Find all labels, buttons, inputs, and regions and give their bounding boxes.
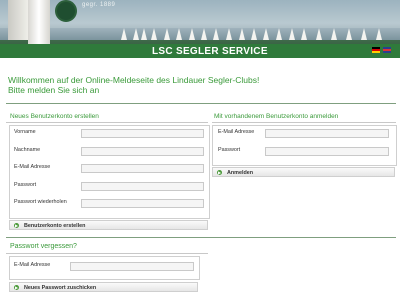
welcome-line-2: Bitte melden Sie sich an xyxy=(8,85,100,95)
forgot-title: Passwort vergessen? xyxy=(10,243,77,250)
new-account-title: Neues Benutzerkonto erstellen xyxy=(10,113,99,120)
brand-title: LSC SEGLER SERVICE xyxy=(152,46,268,57)
login-email-label: E-Mail Adresse xyxy=(218,129,255,135)
password-repeat-input[interactable] xyxy=(81,199,204,208)
login-divider xyxy=(212,122,396,123)
send-new-password-label: Neues Passwort zuschicken xyxy=(24,284,97,291)
forgot-divider xyxy=(6,253,208,254)
lighthouse-image xyxy=(8,0,50,44)
send-new-password-button[interactable]: ▶ Neues Passwort zuschicken xyxy=(9,282,198,292)
create-account-button[interactable]: ▶ Benutzerkonto erstellen xyxy=(9,220,208,230)
arrow-right-icon: ▶ xyxy=(217,169,222,175)
firstname-input[interactable] xyxy=(81,129,204,138)
flag-de-icon[interactable] xyxy=(372,47,380,53)
new-account-divider xyxy=(6,122,208,123)
lastname-label: Nachname xyxy=(14,147,41,153)
email-input[interactable] xyxy=(81,164,204,173)
arrow-right-icon: ▶ xyxy=(14,222,19,228)
password-input[interactable] xyxy=(81,182,204,191)
login-email-input[interactable] xyxy=(265,129,389,138)
login-password-label: Passwort xyxy=(218,147,241,153)
arrow-right-icon: ▶ xyxy=(14,284,19,290)
forgot-email-input[interactable] xyxy=(70,262,194,271)
login-button-label: Anmelden xyxy=(227,169,254,176)
email-label: E-Mail Adresse xyxy=(14,164,51,170)
flag-gb-icon[interactable] xyxy=(383,47,391,53)
welcome-text: Willkommen auf der Online-Meldeseite des… xyxy=(8,75,259,95)
welcome-line-1: Willkommen auf der Online-Meldeseite des… xyxy=(8,75,260,85)
password-repeat-label: Passwort wiederholen xyxy=(14,199,67,205)
firstname-label: Vorname xyxy=(14,129,36,135)
login-password-input[interactable] xyxy=(265,147,389,156)
founding-year: gegr. 1889 xyxy=(82,2,116,8)
welcome-divider xyxy=(6,103,396,104)
create-account-label: Benutzerkonto erstellen xyxy=(24,222,86,229)
clock-icon xyxy=(55,0,77,22)
header-banner: gegr. 1889 LSC SEGLER SERVICE xyxy=(0,0,400,58)
forgot-divider-top xyxy=(6,237,396,238)
forgot-email-label: E-Mail Adresse xyxy=(14,262,51,268)
password-label: Passwort xyxy=(14,182,37,188)
login-title: Mit vorhandenem Benutzerkonto anmelden xyxy=(214,113,339,120)
lastname-input[interactable] xyxy=(81,147,204,156)
login-button[interactable]: ▶ Anmelden xyxy=(212,167,395,177)
